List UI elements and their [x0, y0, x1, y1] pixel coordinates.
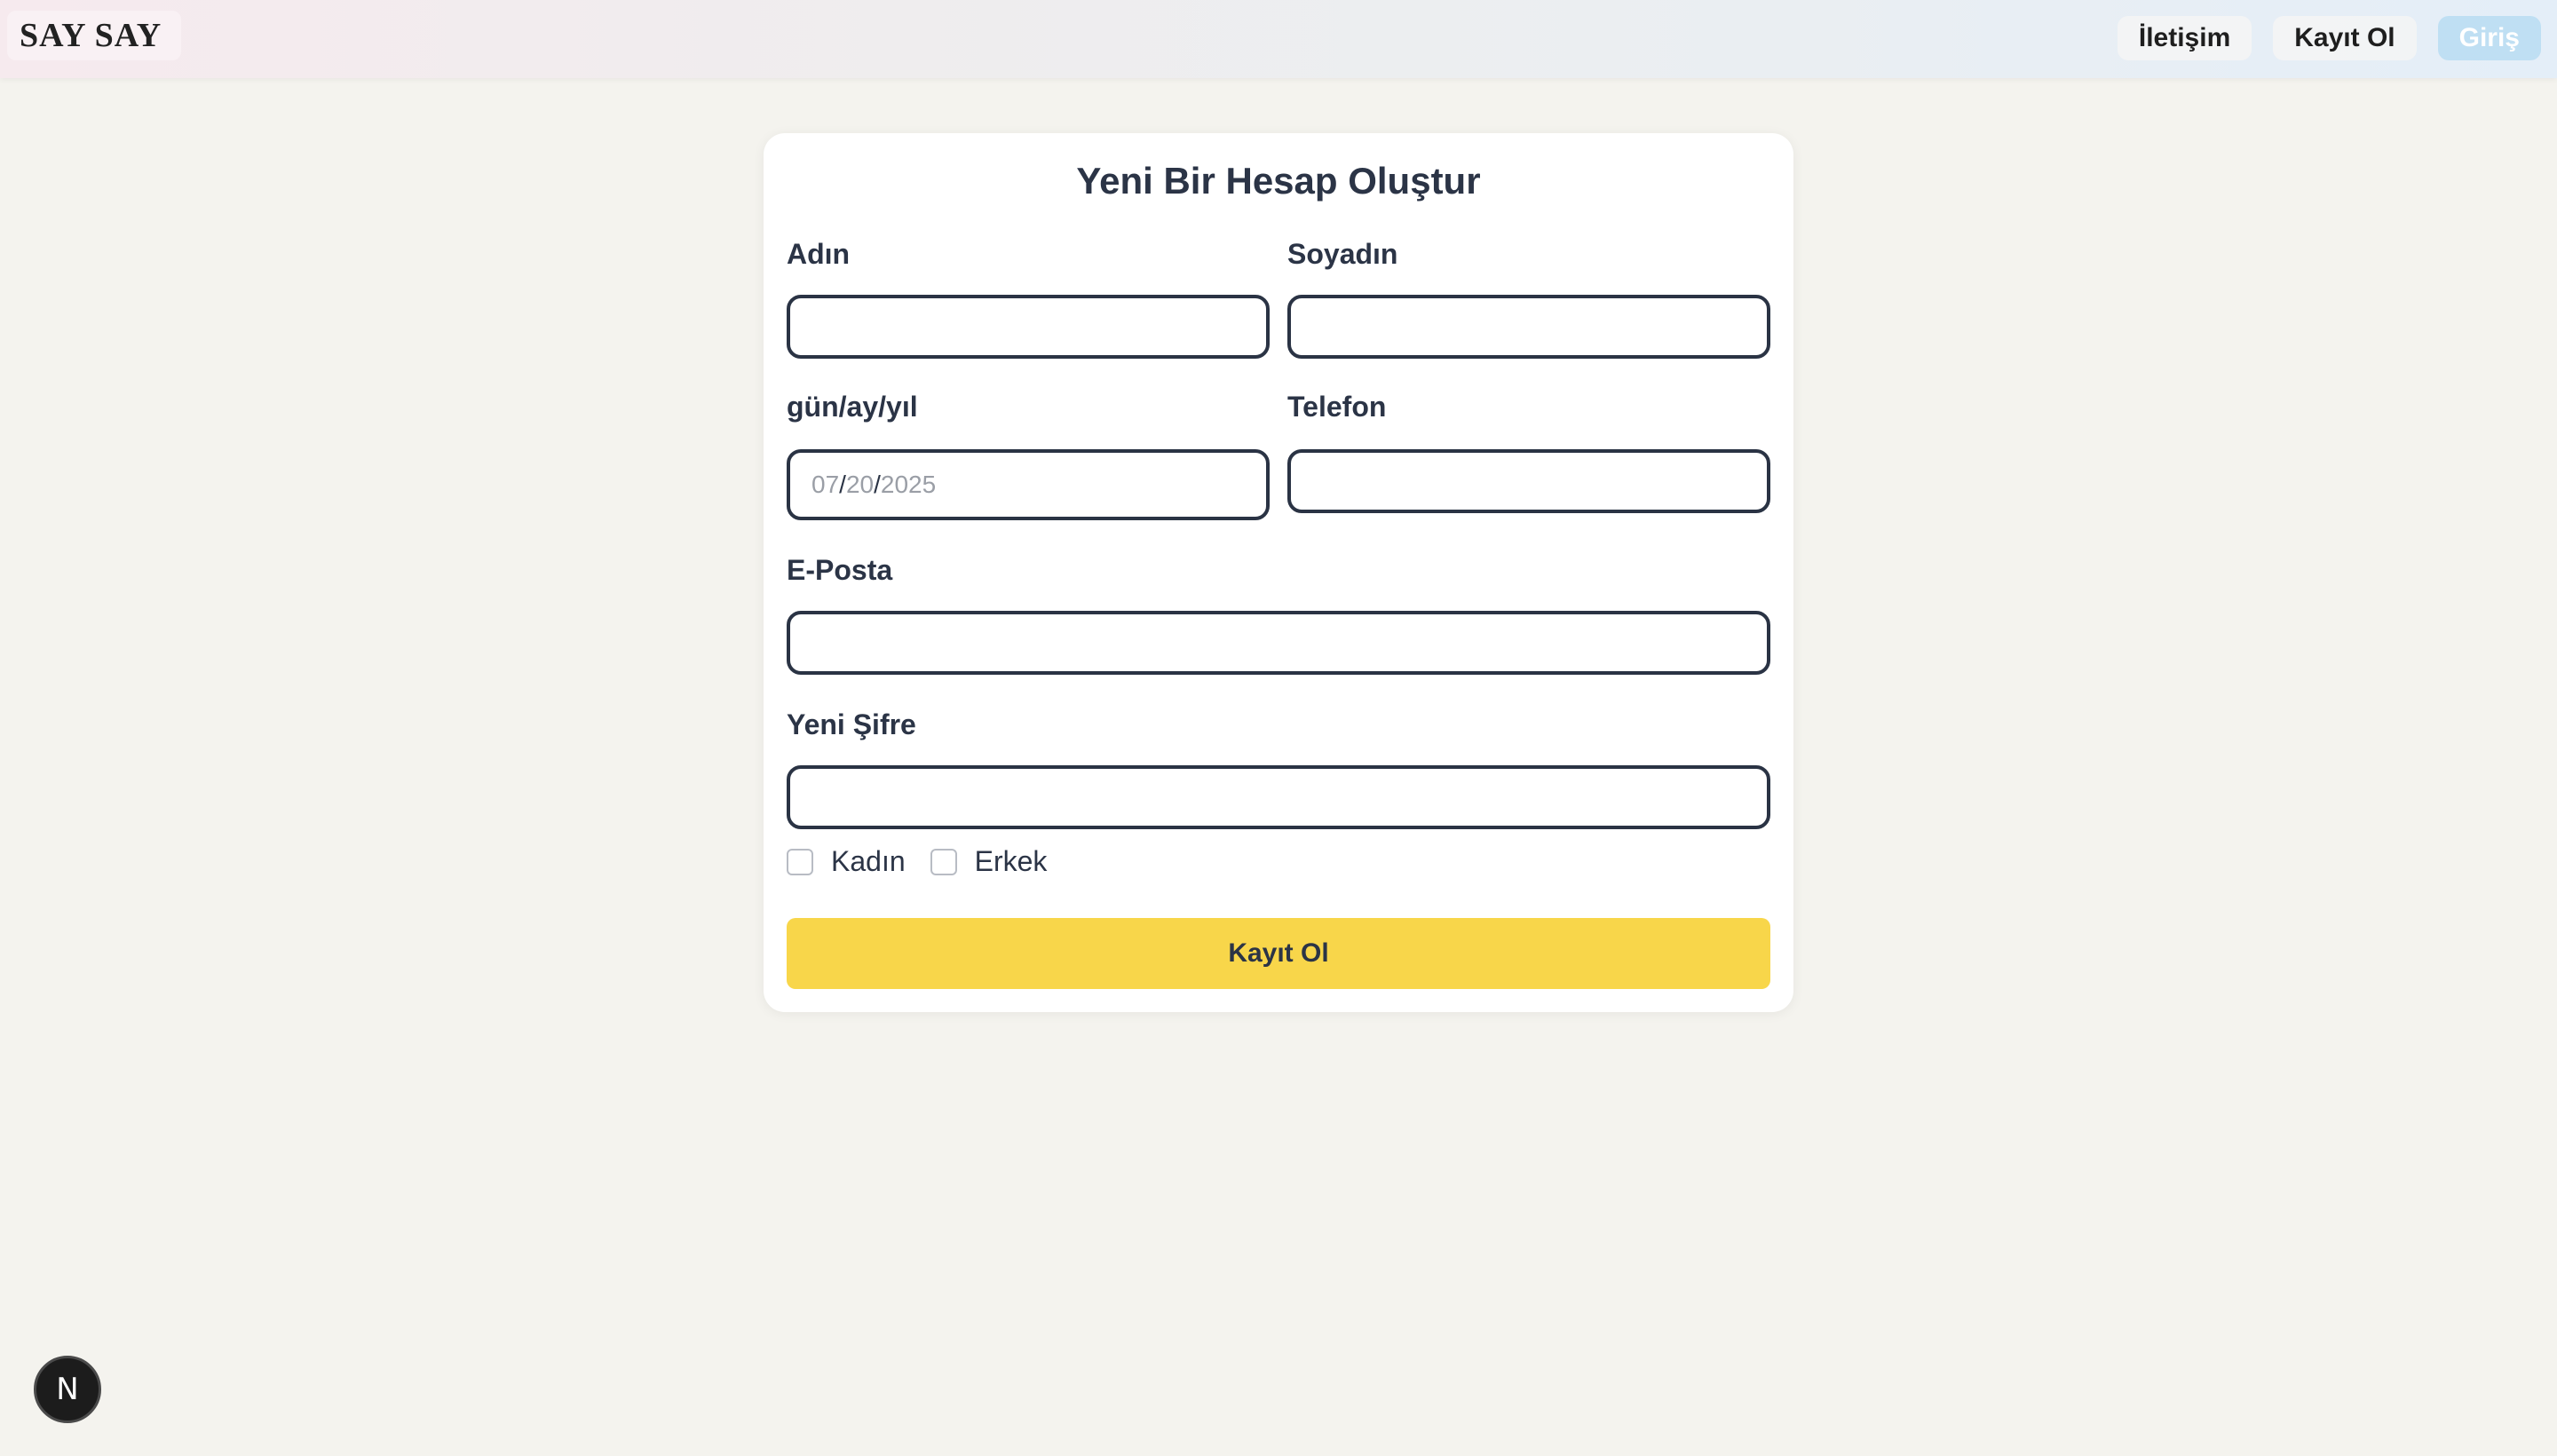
- first-name-input[interactable]: [787, 295, 1270, 359]
- top-navbar: SAY SAY İletişim Kayıt Ol Giriş: [0, 0, 2557, 78]
- nav-register-link[interactable]: Kayıt Ol: [2273, 16, 2417, 60]
- date-year[interactable]: 2025: [881, 471, 936, 499]
- date-month[interactable]: 07: [811, 471, 839, 499]
- date-separator: /: [874, 471, 881, 498]
- nav-contact-link[interactable]: İletişim: [2117, 16, 2252, 60]
- form-title: Yeni Bir Hesap Oluştur: [1076, 160, 1481, 202]
- password-input[interactable]: [787, 765, 1770, 829]
- register-submit-button[interactable]: Kayıt Ol: [787, 918, 1770, 989]
- nextjs-logo-icon[interactable]: N: [34, 1356, 101, 1423]
- register-card: Yeni Bir Hesap Oluştur Adın Soyadın gün/…: [764, 133, 1793, 1012]
- site-logo[interactable]: SAY SAY: [7, 11, 182, 60]
- last-name-label: Soyadın: [1287, 238, 1398, 270]
- nav-links: İletişim Kayıt Ol Giriş: [2117, 16, 2541, 60]
- female-label[interactable]: Kadın: [831, 845, 906, 878]
- date-day[interactable]: 20: [846, 471, 874, 499]
- birthdate-input[interactable]: 07/20/2025: [787, 449, 1270, 520]
- dev-badge-letter: N: [56, 1372, 79, 1407]
- password-label: Yeni Şifre: [787, 708, 916, 740]
- gender-options: Kadın Erkek: [787, 845, 1072, 878]
- date-separator: /: [839, 471, 846, 498]
- last-name-input[interactable]: [1287, 295, 1770, 359]
- phone-input[interactable]: [1287, 449, 1770, 513]
- female-checkbox[interactable]: [787, 848, 813, 875]
- first-name-label: Adın: [787, 238, 851, 270]
- male-checkbox[interactable]: [930, 848, 957, 875]
- email-label: E-Posta: [787, 554, 893, 586]
- birthdate-label: gün/ay/yıl: [787, 391, 918, 423]
- email-input[interactable]: [787, 611, 1770, 675]
- male-label[interactable]: Erkek: [975, 845, 1048, 878]
- nav-login-button[interactable]: Giriş: [2437, 16, 2541, 60]
- phone-label: Telefon: [1287, 391, 1387, 423]
- birthdate-value: 07/20/2025: [811, 453, 936, 517]
